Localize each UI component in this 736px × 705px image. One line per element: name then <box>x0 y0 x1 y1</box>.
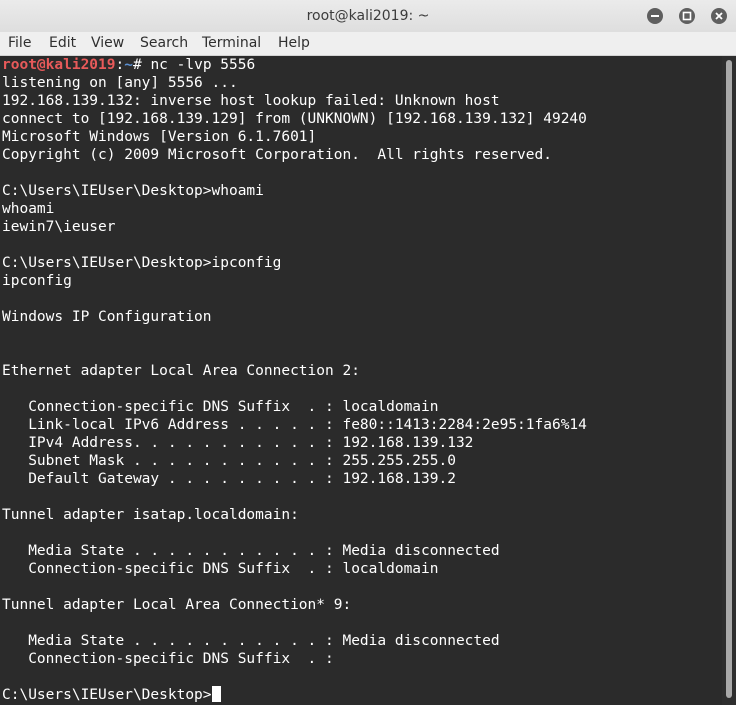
title-bar[interactable]: root@kali2019: ~ <box>0 0 736 33</box>
minimize-icon <box>651 15 659 17</box>
output-line: IPv4 Address. . . . . . . . . . . : 192.… <box>2 435 474 451</box>
output-line: C:\Users\IEUser\Desktop>ipconfig <box>2 255 282 271</box>
maximize-icon <box>682 11 692 21</box>
menu-help[interactable]: Help <box>278 35 310 51</box>
prompt-user: root@kali2019 <box>2 57 116 73</box>
vertical-scrollbar[interactable] <box>722 56 736 705</box>
prompt-command: nc -lvp 5556 <box>150 57 256 73</box>
scrollbar-thumb[interactable] <box>726 60 732 698</box>
menu-bar: File Edit View Search Terminal Help <box>0 32 736 56</box>
output-line: Windows IP Configuration <box>2 309 212 325</box>
close-icon <box>715 12 723 20</box>
output-line: 192.168.139.132: inverse host lookup fai… <box>2 93 500 109</box>
output-line: C:\Users\IEUser\Desktop>whoami <box>2 183 264 199</box>
menu-file[interactable]: File <box>8 35 31 51</box>
output-line: Media State . . . . . . . . . . . : Medi… <box>2 633 500 649</box>
output-line: Microsoft Windows [Version 6.1.7601] <box>2 129 317 145</box>
current-prompt-line[interactable]: C:\Users\IEUser\Desktop> <box>2 686 221 704</box>
menu-terminal[interactable]: Terminal <box>202 35 261 51</box>
menu-view[interactable]: View <box>91 35 124 51</box>
output-line: Connection-specific DNS Suffix . : <box>2 651 334 667</box>
output-line: Subnet Mask . . . . . . . . . . . : 255.… <box>2 453 456 469</box>
terminal-window: root@kali2019: ~ File Edit View Search T… <box>0 0 736 705</box>
output-line: Connection-specific DNS Suffix . : local… <box>2 399 439 415</box>
prompt-symbol: # <box>132 57 151 73</box>
shell-prompt-line: root@kali2019:~# nc -lvp 5556 <box>2 56 255 74</box>
terminal-output[interactable]: root@kali2019:~# nc -lvp 5556 listening … <box>0 56 722 705</box>
maximize-button[interactable] <box>679 8 695 24</box>
window-title: root@kali2019: ~ <box>306 8 430 24</box>
output-line: Media State . . . . . . . . . . . : Medi… <box>2 543 500 559</box>
output-line: whoami <box>2 201 55 217</box>
output-line: Link-local IPv6 Address . . . . . : fe80… <box>2 417 587 433</box>
minimize-button[interactable] <box>647 8 663 24</box>
output-line: Ethernet adapter Local Area Connection 2… <box>2 363 360 379</box>
output-line: Default Gateway . . . . . . . . . : 192.… <box>2 471 456 487</box>
prompt-separator: : <box>115 57 125 73</box>
close-button[interactable] <box>711 8 727 24</box>
output-line: ipconfig <box>2 273 72 289</box>
output-line: Tunnel adapter Local Area Connection* 9: <box>2 597 352 613</box>
text-cursor <box>211 686 221 702</box>
menu-edit[interactable]: Edit <box>49 35 76 51</box>
output-line: Connection-specific DNS Suffix . : local… <box>2 561 439 577</box>
prompt-path: ~ <box>124 57 133 73</box>
output-line: Copyright (c) 2009 Microsoft Corporation… <box>2 147 552 163</box>
output-line: iewin7\ieuser <box>2 219 116 235</box>
current-prompt: C:\Users\IEUser\Desktop> <box>2 687 212 703</box>
menu-search[interactable]: Search <box>140 35 188 51</box>
output-line: listening on [any] 5556 ... <box>2 75 238 91</box>
output-line: Tunnel adapter isatap.localdomain: <box>2 507 299 523</box>
output-line: connect to [192.168.139.129] from (UNKNO… <box>2 111 587 127</box>
